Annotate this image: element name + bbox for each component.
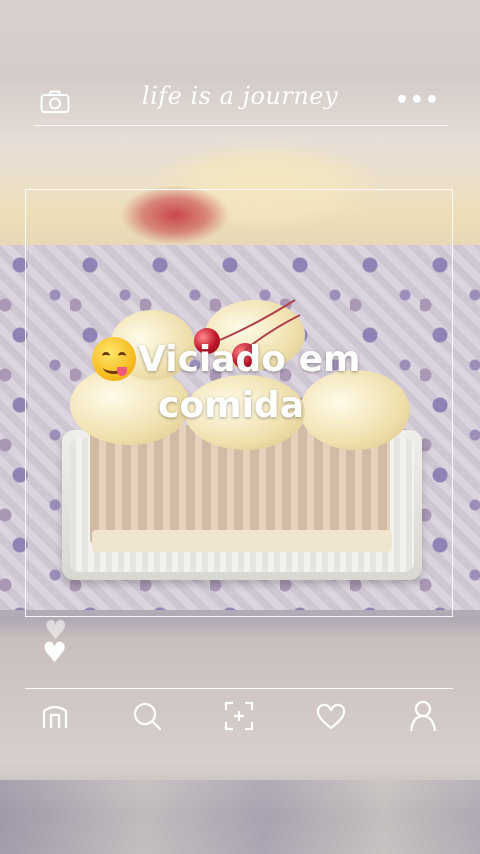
bottom-nav <box>25 696 453 736</box>
more-dots-icon[interactable]: ••• <box>395 88 440 113</box>
add-post-icon[interactable] <box>219 696 259 736</box>
app-title: life is a journey <box>141 82 339 110</box>
profile-icon[interactable] <box>403 696 443 736</box>
post-caption: Viciado em comida <box>92 337 402 429</box>
caption-line-2: comida <box>158 385 304 426</box>
caption-line-1: Viciado em <box>138 339 361 380</box>
top-bar: life is a journey ••• <box>30 76 450 126</box>
search-icon[interactable] <box>127 696 167 736</box>
header-divider <box>34 125 448 126</box>
background-blur-bottom <box>0 780 480 854</box>
home-icon[interactable] <box>35 696 75 736</box>
heart-outline-icon[interactable] <box>311 696 351 736</box>
face-savoring-food-emoji <box>92 337 136 381</box>
nav-divider <box>25 688 453 689</box>
heart-icon[interactable]: ♥ <box>42 639 67 667</box>
